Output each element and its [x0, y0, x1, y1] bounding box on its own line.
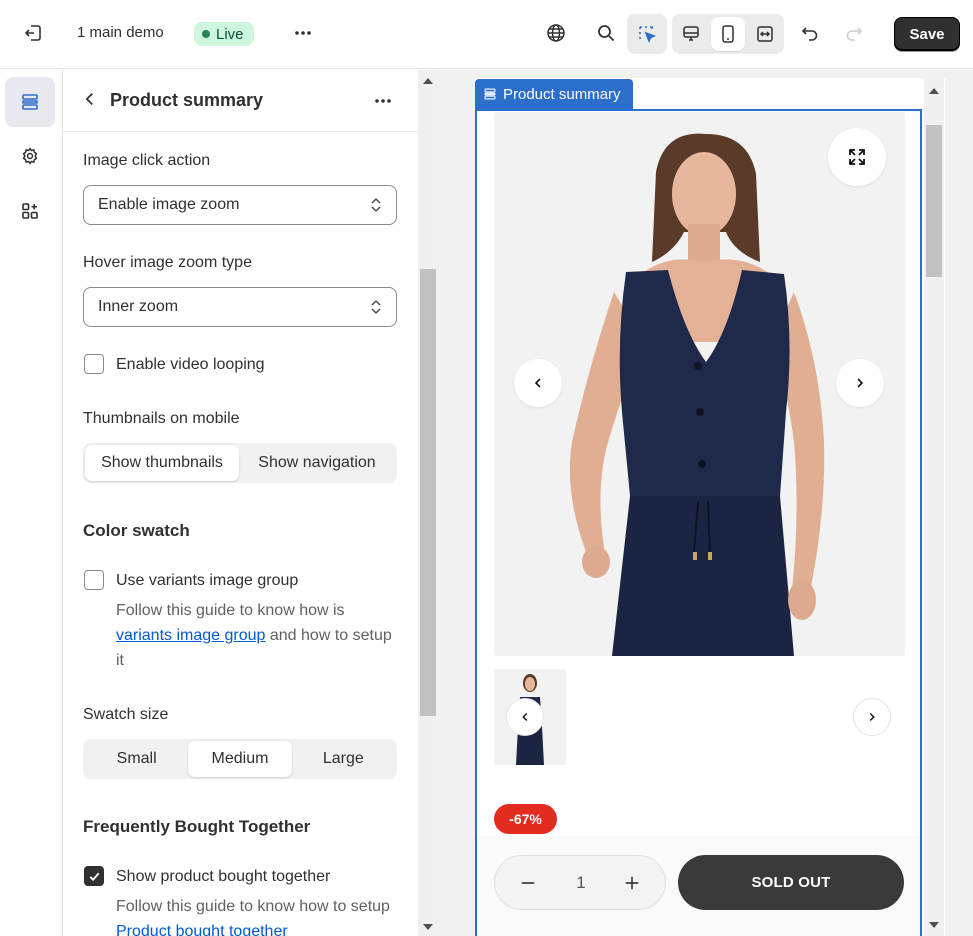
color-swatch-heading: Color swatch	[83, 521, 190, 540]
scroll-down-icon[interactable]	[423, 924, 433, 930]
save-button[interactable]: Save	[894, 17, 960, 51]
full-width-icon[interactable]	[748, 17, 782, 51]
scroll-up-icon[interactable]	[929, 88, 939, 94]
left-nav-rail	[0, 70, 63, 936]
mobile-icon[interactable]	[711, 17, 745, 51]
scroll-down-icon[interactable]	[929, 922, 939, 928]
live-status-badge: Live	[194, 22, 254, 46]
device-preview-group	[672, 14, 784, 54]
scroll-up-icon[interactable]	[423, 78, 433, 84]
panel-scroll-thumb[interactable]	[420, 269, 436, 716]
section-tab-label: Product summary	[503, 85, 621, 103]
section-selection-tab[interactable]: Product summary	[475, 79, 633, 109]
show-navigation-option[interactable]: Show navigation	[239, 445, 395, 481]
globe-icon[interactable]	[539, 16, 573, 50]
video-loop-checkbox[interactable]	[84, 354, 104, 374]
select-chevrons-icon	[371, 197, 381, 213]
settings-gear-icon[interactable]	[5, 131, 55, 181]
desktop-icon[interactable]	[674, 17, 708, 51]
swatch-large-option[interactable]: Large	[292, 741, 395, 777]
variants-group-checkbox[interactable]	[84, 570, 104, 590]
section-selection-outline	[475, 109, 922, 936]
settings-panel: Product summary Image click action Enabl…	[63, 70, 418, 936]
show-thumbnails-option[interactable]: Show thumbnails	[85, 445, 239, 481]
section-icon	[484, 88, 496, 100]
image-click-label: Image click action	[83, 152, 211, 169]
undo-icon[interactable]	[793, 16, 827, 50]
preview-scrollbar[interactable]	[924, 78, 944, 936]
fbt-help-text: Follow this guide to know how to setup P…	[116, 894, 396, 936]
checkmark-icon	[89, 872, 99, 881]
select-chevrons-icon	[371, 299, 381, 315]
panel-more-icon[interactable]	[368, 86, 398, 116]
swatch-size-label: Swatch size	[83, 706, 169, 723]
thumbs-mobile-segmented: Show thumbnails Show navigation	[83, 443, 397, 483]
redo-icon[interactable]	[837, 16, 871, 50]
hover-zoom-value: Inner zoom	[98, 298, 179, 315]
store-preview: -67% 1 SOLD OUT Product summary	[438, 70, 973, 936]
fbt-heading: Frequently Bought Together	[83, 817, 311, 836]
preview-scroll-thumb[interactable]	[926, 125, 942, 277]
swatch-medium-option[interactable]: Medium	[188, 741, 292, 777]
inspector-toggle-group	[627, 14, 667, 54]
fbt-checkbox-label: Show product bought together	[116, 868, 331, 885]
more-options-icon[interactable]	[286, 16, 320, 50]
video-loop-label: Enable video looping	[116, 356, 265, 373]
hover-zoom-select[interactable]: Inner zoom	[83, 287, 397, 327]
back-arrow-icon[interactable]	[79, 88, 101, 110]
search-icon[interactable]	[589, 16, 623, 50]
variants-help-text: Follow this guide to know how is variant…	[116, 598, 396, 673]
status-text: Live	[216, 25, 244, 43]
panel-title: Product summary	[110, 90, 264, 110]
image-click-select[interactable]: Enable image zoom	[83, 185, 397, 225]
store-name: 1 main demo	[77, 24, 164, 41]
exit-icon[interactable]	[16, 16, 50, 50]
select-element-icon[interactable]	[630, 17, 664, 51]
fbt-help-1: Follow this guide to know how to setup	[116, 898, 390, 915]
variants-image-group-link[interactable]: variants image group	[116, 627, 265, 644]
panel-scrollbar[interactable]	[418, 70, 438, 936]
variants-group-label: Use variants image group	[116, 572, 299, 589]
swatch-size-segmented: Small Medium Large	[83, 739, 397, 779]
image-click-value: Enable image zoom	[98, 196, 240, 213]
live-dot-icon	[202, 30, 210, 38]
swatch-small-option[interactable]: Small	[85, 741, 188, 777]
top-bar: 1 main demo Live Save	[0, 0, 973, 69]
fbt-checkbox[interactable]	[84, 866, 104, 886]
apps-icon[interactable]	[5, 186, 55, 236]
variants-help-1: Follow this guide to know how is	[116, 602, 345, 619]
thumbs-mobile-label: Thumbnails on mobile	[83, 410, 240, 427]
hover-zoom-label: Hover image zoom type	[83, 254, 252, 271]
panel-header: Product summary	[63, 70, 418, 132]
fbt-guide-link[interactable]: Product bought together	[116, 923, 288, 936]
sections-icon[interactable]	[5, 77, 55, 127]
